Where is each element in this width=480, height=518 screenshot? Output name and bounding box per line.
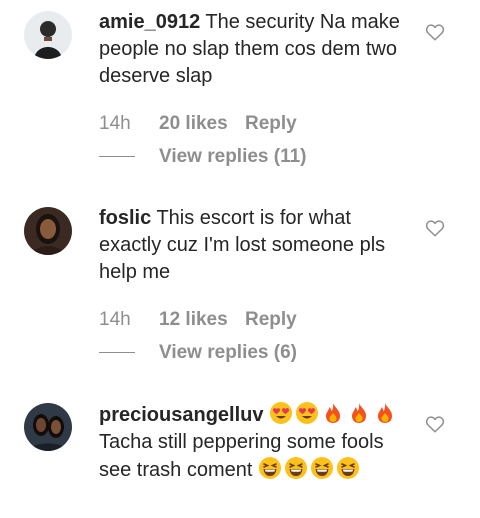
- comment-body: preciousangelluv Tacha still peppering s…: [99, 401, 411, 484]
- user-avatar[interactable]: [24, 207, 72, 255]
- comment-username[interactable]: foslic: [99, 207, 151, 229]
- divider-line: [99, 352, 135, 354]
- comment-meta: 14h 20 likes Reply: [99, 113, 297, 135]
- comment-meta: 14h 12 likes Reply: [99, 309, 297, 331]
- likes-count[interactable]: 12 likes: [159, 309, 245, 331]
- heart-eyes-emoji: [270, 402, 293, 424]
- comment-time: 14h: [99, 309, 131, 330]
- emoji-group-end: [258, 457, 362, 481]
- grinning-squinting-emoji: [258, 457, 281, 479]
- grinning-squinting-emoji: [336, 457, 359, 479]
- grinning-squinting-emoji: [310, 457, 333, 479]
- user-avatar[interactable]: [24, 403, 72, 451]
- view-replies-label: View replies (11): [159, 146, 307, 167]
- fire-emoji: [378, 403, 393, 423]
- heart-outline-icon[interactable]: [425, 23, 445, 41]
- view-replies-label: View replies (6): [159, 342, 297, 363]
- grinning-squinting-emoji: [284, 457, 307, 479]
- heart-eyes-emoji: [296, 402, 319, 424]
- view-replies-button[interactable]: View replies (6): [99, 342, 297, 364]
- view-replies-button[interactable]: View replies (11): [99, 146, 307, 168]
- comment-body: foslic This escort is for what exactly c…: [99, 205, 411, 286]
- heart-outline-icon[interactable]: [425, 219, 445, 237]
- likes-count[interactable]: 20 likes: [159, 113, 245, 135]
- comment-username[interactable]: amie_0912: [99, 11, 200, 33]
- divider-line: [99, 156, 135, 158]
- comment-username[interactable]: preciousangelluv: [99, 404, 264, 426]
- comment-body: amie_0912 The security Na make people no…: [99, 9, 411, 90]
- fire-emoji: [326, 403, 341, 423]
- heart-outline-icon[interactable]: [425, 415, 445, 433]
- emoji-group-start: [269, 402, 399, 426]
- reply-button[interactable]: Reply: [245, 309, 297, 331]
- user-avatar[interactable]: [24, 11, 72, 59]
- comment-time: 14h: [99, 113, 131, 134]
- fire-emoji: [352, 403, 367, 423]
- reply-button[interactable]: Reply: [245, 113, 297, 135]
